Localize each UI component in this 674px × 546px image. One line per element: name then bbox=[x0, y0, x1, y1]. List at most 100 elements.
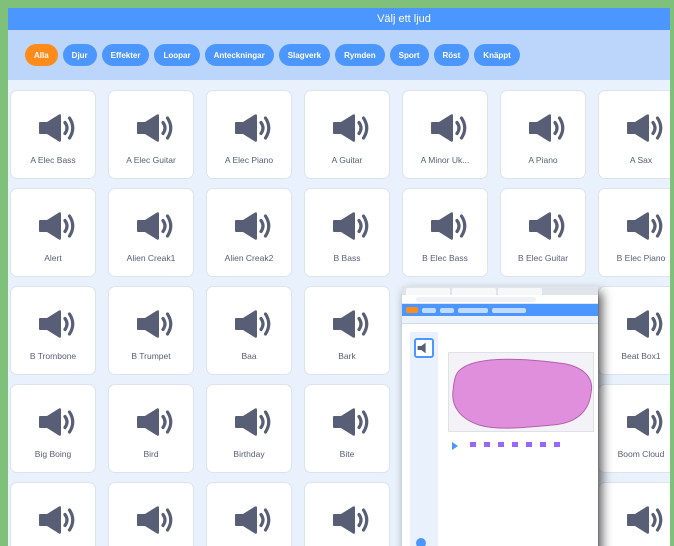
sound-card-label: A Elec Guitar bbox=[126, 155, 176, 165]
sound-card-label: Beat Box1 bbox=[621, 351, 661, 361]
speaker-icon bbox=[39, 408, 75, 436]
speaker-icon bbox=[627, 212, 663, 240]
sound-card-label: Bite bbox=[339, 449, 355, 459]
speaker-icon bbox=[39, 212, 75, 240]
sound-card-label: A Piano bbox=[528, 155, 558, 165]
sound-card-label: A Sax bbox=[629, 155, 653, 165]
sound-card-label: Bird bbox=[143, 449, 159, 459]
editor-tab-strip bbox=[402, 316, 598, 324]
filter-rymden-button[interactable]: Rymden bbox=[335, 44, 385, 66]
speaker-icon bbox=[627, 310, 663, 338]
sound-card-label: Bark bbox=[338, 351, 356, 361]
speaker-icon bbox=[137, 506, 173, 534]
browser-tab bbox=[452, 288, 496, 295]
editor-menu-item bbox=[458, 307, 488, 313]
sound-card[interactable]: C Elec Bass bbox=[304, 482, 390, 546]
sound-card-label: Alien Creak1 bbox=[126, 253, 176, 263]
add-sound-icon bbox=[416, 538, 426, 546]
page-title: Välj ett ljud bbox=[377, 13, 431, 25]
sound-card[interactable]: Alien Creak1 bbox=[108, 188, 194, 277]
sound-card[interactable]: Buzz Whir bbox=[108, 482, 194, 546]
sound-card[interactable]: A Elec Bass bbox=[10, 90, 96, 179]
sound-card[interactable]: A Minor Uk... bbox=[402, 90, 488, 179]
browser-tab bbox=[498, 288, 542, 295]
filter-kn-ppt-button[interactable]: Knäppt bbox=[474, 44, 520, 66]
sound-card[interactable]: Bird bbox=[108, 384, 194, 473]
speaker-icon bbox=[235, 114, 271, 142]
speaker-icon bbox=[39, 310, 75, 338]
sound-card-label: Alert bbox=[44, 253, 62, 263]
sound-card[interactable]: Birthday bbox=[206, 384, 292, 473]
category-filter-bar: Alla Djur Effekter Loopar Anteckningar Slagve… bbox=[8, 30, 670, 80]
browser-tabs bbox=[402, 286, 598, 295]
editor-sound-list bbox=[410, 332, 438, 546]
sound-card[interactable]: C Bass bbox=[206, 482, 292, 546]
speaker-icon bbox=[333, 310, 369, 338]
sound-card[interactable]: Bubbles bbox=[10, 482, 96, 546]
sound-card[interactable]: A Sax bbox=[598, 90, 670, 179]
sound-card[interactable]: A Elec Guitar bbox=[108, 90, 194, 179]
filter-djur-button[interactable]: Djur bbox=[62, 44, 97, 66]
sound-card[interactable]: Alien Creak2 bbox=[206, 188, 292, 277]
speaker-icon bbox=[235, 506, 271, 534]
sound-card-label: Birthday bbox=[233, 449, 265, 459]
speaker-icon bbox=[137, 310, 173, 338]
speaker-icon bbox=[529, 212, 565, 240]
filter-loopar-button[interactable]: Loopar bbox=[154, 44, 200, 66]
sound-card[interactable]: Bite bbox=[304, 384, 390, 473]
speaker-icon bbox=[137, 408, 173, 436]
speaker-icon bbox=[627, 114, 663, 142]
editor-menu-item bbox=[422, 307, 436, 313]
sound-card[interactable]: B Bass bbox=[304, 188, 390, 277]
editor-project-title bbox=[492, 307, 526, 313]
sound-card-label: A Minor Uk... bbox=[420, 155, 470, 165]
sound-card[interactable]: Boom Cloud bbox=[598, 384, 670, 473]
sound-card-label: Big Boing bbox=[34, 449, 72, 459]
sound-card-label: Baa bbox=[241, 351, 257, 361]
speaker-icon bbox=[333, 114, 369, 142]
speaker-icon bbox=[235, 408, 271, 436]
speaker-icon bbox=[333, 506, 369, 534]
sound-card-label: B Trombone bbox=[29, 351, 77, 361]
sound-card[interactable]: Alert bbox=[10, 188, 96, 277]
filter-effekter-button[interactable]: Effekter bbox=[101, 44, 150, 66]
speaker-icon bbox=[39, 114, 75, 142]
speaker-icon bbox=[627, 408, 663, 436]
sound-card-label: A Guitar bbox=[331, 155, 363, 165]
sound-card-label: B Elec Piano bbox=[616, 253, 666, 263]
editor-menu-item bbox=[440, 307, 454, 313]
speaker-icon bbox=[333, 408, 369, 436]
filter-sport-button[interactable]: Sport bbox=[389, 44, 429, 66]
speaker-icon bbox=[235, 310, 271, 338]
sound-card[interactable]: A Guitar bbox=[304, 90, 390, 179]
speaker-icon bbox=[431, 114, 467, 142]
filter-slagverk-button[interactable]: Slagverk bbox=[278, 44, 331, 66]
sound-card[interactable]: B Elec Guitar bbox=[500, 188, 586, 277]
speaker-icon bbox=[137, 114, 173, 142]
speaker-icon bbox=[627, 506, 663, 534]
sound-card[interactable]: Bark bbox=[304, 286, 390, 375]
screenshot-overlay bbox=[402, 286, 598, 546]
sound-card-label: B Bass bbox=[333, 253, 361, 263]
sound-card[interactable]: B Elec Bass bbox=[402, 188, 488, 277]
filter-anteckningar-button[interactable]: Anteckningar bbox=[204, 44, 274, 66]
sound-card-label: Alien Creak2 bbox=[224, 253, 274, 263]
sound-card-label: A Elec Piano bbox=[224, 155, 274, 165]
sound-card[interactable]: C Guitar bbox=[598, 482, 670, 546]
filter-r-st-button[interactable]: Röst bbox=[433, 44, 470, 66]
speaker-icon bbox=[431, 212, 467, 240]
sound-card[interactable]: Baa bbox=[206, 286, 292, 375]
browser-address-bar bbox=[402, 295, 598, 304]
sound-card-label: A Elec Bass bbox=[30, 155, 76, 165]
sound-card[interactable]: Big Boing bbox=[10, 384, 96, 473]
sound-card[interactable]: B Trombone bbox=[10, 286, 96, 375]
sound-card-label: B Elec Guitar bbox=[517, 253, 569, 263]
waveform-blob bbox=[452, 358, 593, 429]
sound-card[interactable]: B Elec Piano bbox=[598, 188, 670, 277]
sound-card[interactable]: B Trumpet bbox=[108, 286, 194, 375]
sound-card[interactable]: A Elec Piano bbox=[206, 90, 292, 179]
filter-alla-button[interactable]: Alla bbox=[25, 44, 58, 66]
speaker-icon bbox=[529, 114, 565, 142]
sound-card[interactable]: A Piano bbox=[500, 90, 586, 179]
sound-card[interactable]: Beat Box1 bbox=[598, 286, 670, 375]
